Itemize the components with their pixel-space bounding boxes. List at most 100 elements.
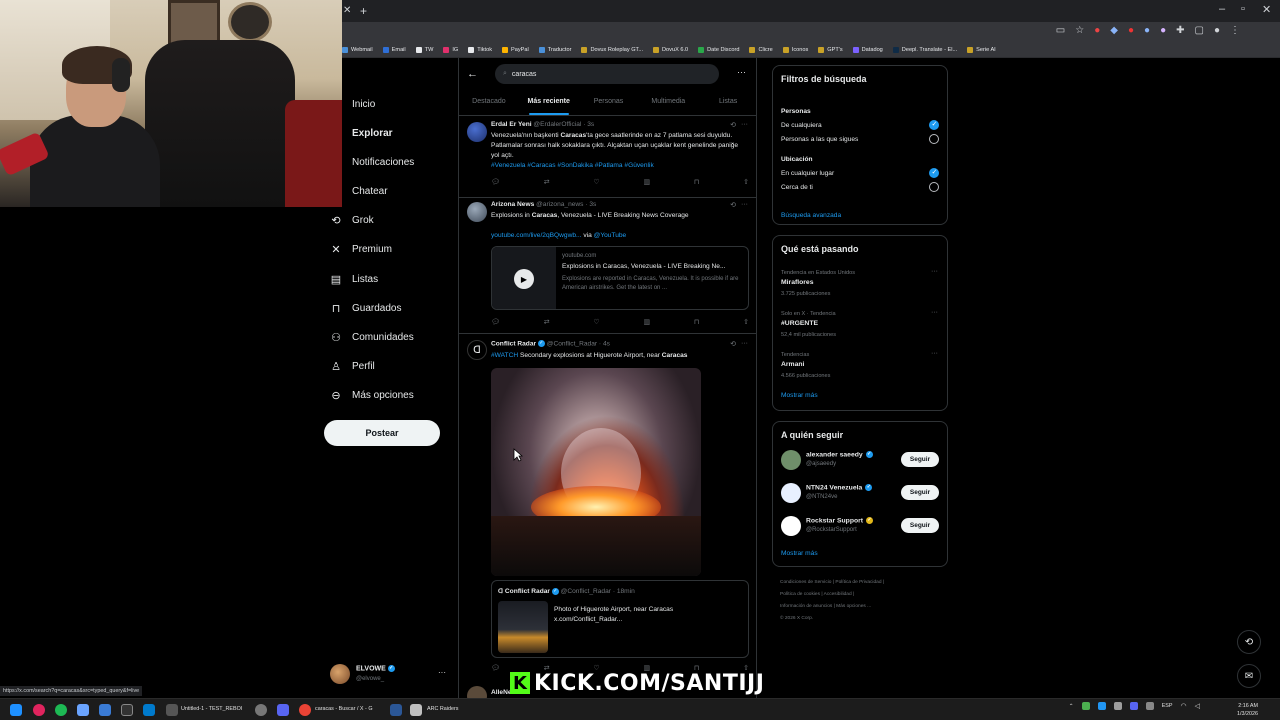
nav-item-grok[interactable]: ⟲ Grok bbox=[330, 214, 373, 227]
extension-icon[interactable]: ● bbox=[1160, 25, 1166, 36]
footer-line[interactable]: Información de anuncios | Más opciones .… bbox=[780, 601, 950, 613]
author-name[interactable]: Conflict Radar bbox=[491, 340, 536, 347]
app-icon[interactable] bbox=[390, 704, 402, 716]
trend-name[interactable]: Miraflores bbox=[781, 279, 813, 286]
spotify-icon[interactable] bbox=[55, 704, 67, 716]
chevron-up-icon[interactable]: ⌃ bbox=[1069, 703, 1074, 710]
video-thumbnail[interactable]: ▶ bbox=[492, 247, 556, 309]
grok-icon[interactable]: ⟲ bbox=[730, 201, 736, 209]
views-icon[interactable]: ▥ bbox=[643, 178, 650, 186]
more-icon[interactable]: ··· bbox=[737, 67, 746, 77]
profile-icon[interactable]: ● bbox=[1214, 25, 1220, 36]
tweet[interactable]: Erdal Er Yeni @ErdalerOfficial · 3s ⟲ ··… bbox=[459, 116, 756, 198]
more-icon[interactable]: ··· bbox=[931, 268, 938, 275]
retweet-icon[interactable]: ⇄ bbox=[544, 318, 550, 326]
suggestion-name-row[interactable]: NTN24 Venezuela ✓ bbox=[806, 484, 873, 491]
tweet[interactable]: Arizona News @arizona_news · 3s ⟲ ··· Ex… bbox=[459, 198, 756, 334]
tweet-time[interactable]: 4s bbox=[603, 340, 610, 347]
link-card[interactable]: ▶ youtube.com Explosions in Caracas, Ven… bbox=[491, 246, 749, 310]
post-button[interactable]: Postear bbox=[324, 420, 440, 446]
windows-start-icon[interactable] bbox=[10, 704, 22, 716]
follow-button[interactable]: Seguir bbox=[901, 518, 939, 533]
grok-fab-icon[interactable]: ⟲ bbox=[1237, 630, 1261, 654]
radio-people-anyone[interactable] bbox=[929, 120, 939, 130]
more-icon[interactable]: ··· bbox=[741, 201, 748, 208]
nav-item-explorar[interactable]: Explorar bbox=[330, 127, 393, 139]
vscode-icon[interactable] bbox=[143, 704, 155, 716]
account-switcher[interactable]: ELVOWE ✓ @elvowe_ ··· bbox=[330, 662, 450, 688]
nav-item-listas[interactable]: ▤ Listas bbox=[330, 273, 378, 286]
trend-name[interactable]: Armani bbox=[781, 361, 804, 368]
radio-people-following[interactable] bbox=[929, 134, 939, 144]
nav-item-notificaciones[interactable]: Notificaciones bbox=[330, 156, 414, 168]
tray-icon[interactable] bbox=[1145, 702, 1154, 710]
app-icon[interactable] bbox=[33, 704, 45, 716]
bookmark-item[interactable]: Deepl. Translate - El... bbox=[892, 46, 957, 53]
sidepanel-icon[interactable]: ▢ bbox=[1195, 25, 1204, 36]
author-name[interactable]: Arizona News bbox=[491, 201, 534, 208]
bookmark-item[interactable]: Datadog bbox=[852, 46, 883, 53]
airport-photo[interactable] bbox=[498, 601, 548, 653]
nav-item-comunidades[interactable]: ⚇ Comunidades bbox=[330, 331, 414, 344]
wifi-icon[interactable]: ◠ bbox=[1181, 702, 1187, 710]
discord-icon[interactable] bbox=[277, 704, 289, 716]
tab-multimedia[interactable]: Multimedia bbox=[638, 92, 698, 115]
avatar[interactable] bbox=[781, 483, 801, 503]
bookmark-item[interactable]: Traductor bbox=[538, 46, 571, 53]
nav-item-inicio[interactable]: Inicio bbox=[330, 98, 375, 110]
radio-location-anywhere[interactable] bbox=[929, 168, 939, 178]
extension-icon[interactable]: ● bbox=[1094, 25, 1100, 36]
search-input[interactable]: ⌕ caracas bbox=[495, 64, 719, 84]
more-icon[interactable]: ··· bbox=[438, 668, 446, 677]
tab-destacado[interactable]: Destacado bbox=[459, 92, 519, 115]
reply-icon[interactable]: 💬︎ bbox=[491, 664, 500, 672]
tray-icon[interactable] bbox=[1097, 702, 1106, 710]
share-icon[interactable]: ⇧ bbox=[743, 318, 749, 326]
mention-link[interactable]: @YouTube bbox=[594, 232, 627, 239]
bookmark-item[interactable]: IG bbox=[443, 46, 458, 53]
avatar[interactable] bbox=[467, 686, 487, 698]
like-icon[interactable]: ♡ bbox=[593, 318, 599, 326]
tweet-link[interactable]: youtube.com/live/2qBQwgwb... bbox=[491, 232, 582, 239]
nav-item-premium[interactable]: ✕ Premium bbox=[330, 243, 392, 256]
footer-line[interactable]: Condiciones de Servicio | Política de Pr… bbox=[780, 577, 950, 589]
reply-icon[interactable]: 💬︎ bbox=[491, 318, 500, 326]
views-icon[interactable]: ▥ bbox=[643, 318, 650, 326]
bookmark-item[interactable]: Serie AI bbox=[967, 46, 996, 53]
follow-button[interactable]: Seguir bbox=[901, 452, 939, 467]
conflict-radar-logo-icon[interactable]: ᗡ bbox=[467, 340, 487, 360]
filter-option[interactable]: De cualquiera bbox=[781, 122, 822, 129]
volume-icon[interactable]: ◁ bbox=[1195, 702, 1200, 710]
back-arrow-icon[interactable]: ← bbox=[467, 68, 478, 80]
avatar[interactable] bbox=[781, 516, 801, 536]
share-icon[interactable]: ⇧ bbox=[743, 178, 749, 186]
app-icon[interactable] bbox=[166, 704, 178, 716]
filter-option[interactable]: Personas a las que sigues bbox=[781, 136, 858, 143]
bookmark-item[interactable]: Tiktok bbox=[468, 46, 492, 53]
tweet[interactable]: ᗡ Conflict Radar ✓ @Conflict_Radar · 4s … bbox=[459, 334, 756, 680]
bookmark-item[interactable]: Dovux Roleplay GT... bbox=[581, 46, 643, 53]
grok-icon[interactable]: ⟲ bbox=[730, 121, 736, 129]
bookmark-item[interactable]: PayPal bbox=[502, 46, 529, 53]
bookmark-icon[interactable]: ⊓ bbox=[694, 318, 699, 326]
bookmark-item[interactable]: Clicre bbox=[749, 46, 773, 53]
advanced-search-link[interactable]: Búsqueda avanzada bbox=[781, 212, 841, 219]
tab-personas[interactable]: Personas bbox=[579, 92, 639, 115]
tab-m-s-reciente[interactable]: Más reciente bbox=[519, 92, 579, 115]
grok-icon[interactable]: ⟲ bbox=[730, 340, 736, 348]
new-tab-button[interactable]: + bbox=[360, 4, 367, 18]
follow-button[interactable]: Seguir bbox=[901, 485, 939, 500]
app-icon[interactable] bbox=[121, 704, 133, 716]
extension-icon[interactable]: ● bbox=[1144, 25, 1150, 36]
reply-icon[interactable]: 💬︎ bbox=[491, 178, 500, 186]
bookmark-item[interactable]: Date Discord bbox=[698, 46, 739, 53]
author-name[interactable]: Erdal Er Yeni bbox=[491, 121, 532, 128]
filter-option[interactable]: En cualquier lugar bbox=[781, 170, 834, 177]
settings-icon[interactable] bbox=[255, 704, 267, 716]
star-icon[interactable]: ☆ bbox=[1075, 25, 1084, 36]
more-icon[interactable]: ··· bbox=[741, 121, 748, 128]
maximize-icon[interactable]: ▫ bbox=[1241, 3, 1245, 15]
filter-option[interactable]: Cerca de ti bbox=[781, 184, 813, 191]
nav-item-chatear[interactable]: Chatear bbox=[330, 185, 388, 197]
radio-location-near[interactable] bbox=[929, 182, 939, 192]
